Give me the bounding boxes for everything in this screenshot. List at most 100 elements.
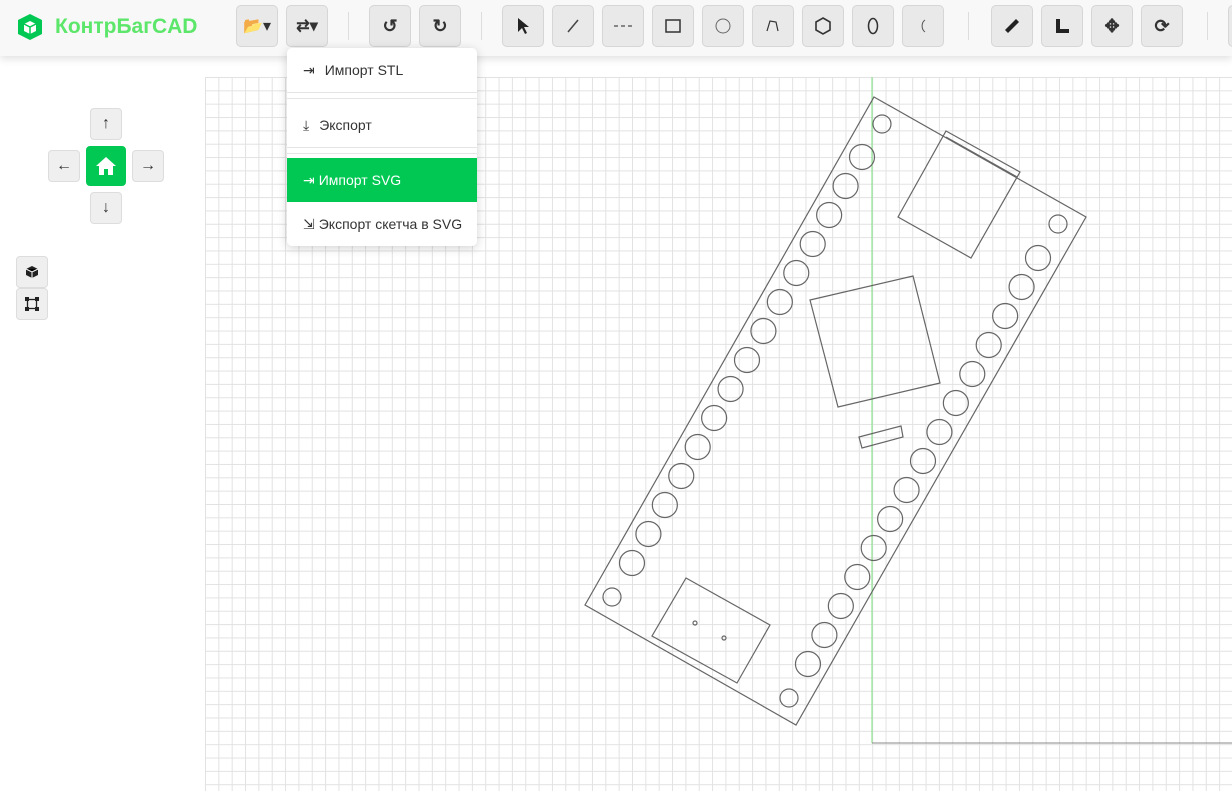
pin-hole xyxy=(717,375,744,403)
mounting-hole xyxy=(872,114,892,134)
smd-component xyxy=(858,425,904,449)
pin-hole xyxy=(877,505,904,533)
pan-down-button[interactable]: ↓ xyxy=(90,192,122,224)
rectangle-icon xyxy=(665,19,681,33)
exchange-icon: ⇄▾ xyxy=(296,18,318,35)
rotate-button[interactable]: ⟳ xyxy=(1141,5,1183,47)
circle-icon xyxy=(715,18,731,34)
redo-icon: ↻ xyxy=(432,15,448,36)
polygon-tool-button[interactable] xyxy=(802,5,844,47)
pin-hole xyxy=(926,418,953,446)
sync-icon: ⟳ xyxy=(1154,15,1170,36)
menu-item-import-stl[interactable]: ⇥ Импорт STL xyxy=(287,48,477,92)
ruler-button[interactable] xyxy=(991,5,1033,47)
menu-item-export-sketch-svg[interactable]: ⇲ Экспорт скетча в SVG xyxy=(287,202,477,246)
divider xyxy=(968,12,969,40)
pan-left-button[interactable]: ← xyxy=(48,150,80,182)
ruler-icon xyxy=(1005,19,1019,33)
pin-hole xyxy=(766,288,793,316)
home-view-button[interactable] xyxy=(86,146,126,186)
pin-hole xyxy=(618,549,646,577)
ellipse-tool-button[interactable] xyxy=(852,5,894,47)
cube-icon xyxy=(18,14,42,40)
pin-hole xyxy=(794,650,822,678)
file-import-icon: ⇥ xyxy=(303,61,315,78)
pin-hole xyxy=(827,592,854,620)
pin-hole xyxy=(1024,244,1052,272)
divider xyxy=(481,12,482,40)
battery-connector xyxy=(651,577,771,684)
mounting-hole xyxy=(779,688,799,708)
dashed-line-icon xyxy=(614,25,632,27)
polyline-icon xyxy=(766,20,779,32)
circle-tool-button[interactable] xyxy=(702,5,744,47)
file-import-icon: ⇥ xyxy=(303,171,315,188)
file-export-icon: ⇲ xyxy=(303,215,315,232)
import-export-dropdown: ⇥ Импорт STL ⤓ Экспорт ⇥ Импорт SVG ⇲ Экспор… xyxy=(287,48,477,246)
menu-item-label: Экспорт xyxy=(319,117,372,133)
pan-up-button[interactable]: ↑ xyxy=(90,108,122,140)
pin-hole xyxy=(975,331,1002,359)
undo-button[interactable]: ↺ xyxy=(369,5,411,47)
pin-hole xyxy=(783,259,810,287)
vector-square-icon xyxy=(25,297,39,311)
arrow-left-icon: ← xyxy=(56,157,72,174)
menu-item-label: Импорт SVG xyxy=(318,172,402,188)
mounting-hole xyxy=(602,587,622,607)
cursor-icon xyxy=(518,18,529,34)
angle-measure-button[interactable] xyxy=(1041,5,1083,47)
ellipse-icon xyxy=(867,17,879,35)
move-button[interactable]: ✥ xyxy=(1091,5,1133,47)
arc-tool-button[interactable] xyxy=(902,5,944,47)
open-file-button[interactable]: 📂▾ xyxy=(236,5,278,47)
pin-hole xyxy=(811,621,838,649)
menu-item-export[interactable]: ⤓ Экспорт xyxy=(287,103,477,147)
line-icon xyxy=(567,19,579,33)
divider xyxy=(287,98,477,99)
home-icon xyxy=(96,157,116,175)
arrow-right-icon: → xyxy=(140,157,156,174)
ruler-combined-icon xyxy=(1056,19,1069,33)
chip xyxy=(809,275,941,408)
redo-button[interactable]: ↻ xyxy=(419,5,461,47)
mounting-hole xyxy=(1048,214,1068,234)
usb-connector xyxy=(897,130,1021,259)
usb-connector-edge xyxy=(945,136,1018,178)
polyline-tool-button[interactable] xyxy=(752,5,794,47)
pan-right-button[interactable]: → xyxy=(132,150,164,182)
pin-hole xyxy=(893,476,920,504)
pin-hole xyxy=(651,491,678,519)
pin-hole xyxy=(701,404,728,432)
line-tool-button[interactable] xyxy=(552,5,594,47)
cube-icon xyxy=(25,266,39,278)
menu-item-label: Экспорт скетча в SVG xyxy=(318,216,463,232)
rectangle-tool-button[interactable] xyxy=(652,5,694,47)
divider xyxy=(287,92,477,93)
2d-view-button[interactable] xyxy=(16,288,48,320)
download-icon: ⤓ xyxy=(303,116,310,133)
arc-icon xyxy=(921,19,926,33)
menu-item-import-svg[interactable]: ⇥ Импорт SVG xyxy=(287,158,477,202)
divider xyxy=(287,153,477,154)
pin-hole xyxy=(733,346,761,374)
app-title: КонтрБагCAD xyxy=(55,15,198,38)
pin-hole xyxy=(668,462,695,490)
mount-dot xyxy=(692,620,698,626)
import-export-button[interactable]: ⇄▾ xyxy=(286,5,328,47)
3d-view-button[interactable] xyxy=(16,256,48,288)
pin-hole xyxy=(1008,273,1035,301)
hexagon-icon xyxy=(815,17,831,35)
app-logo: КонтрБагCAD xyxy=(15,12,197,42)
dashed-line-tool-button[interactable] xyxy=(602,5,644,47)
board-outline xyxy=(584,96,1087,726)
arrow-down-icon: ↓ xyxy=(102,199,110,216)
select-tool-button[interactable] xyxy=(502,5,544,47)
mount-dot xyxy=(721,635,727,641)
divider xyxy=(1207,12,1208,40)
pin-hole xyxy=(832,172,859,200)
arrow-up-icon: ↑ xyxy=(102,115,110,132)
more-button[interactable] xyxy=(1228,5,1232,47)
pin-hole xyxy=(844,563,871,591)
undo-icon: ↺ xyxy=(382,15,398,36)
pin-hole xyxy=(848,143,876,171)
